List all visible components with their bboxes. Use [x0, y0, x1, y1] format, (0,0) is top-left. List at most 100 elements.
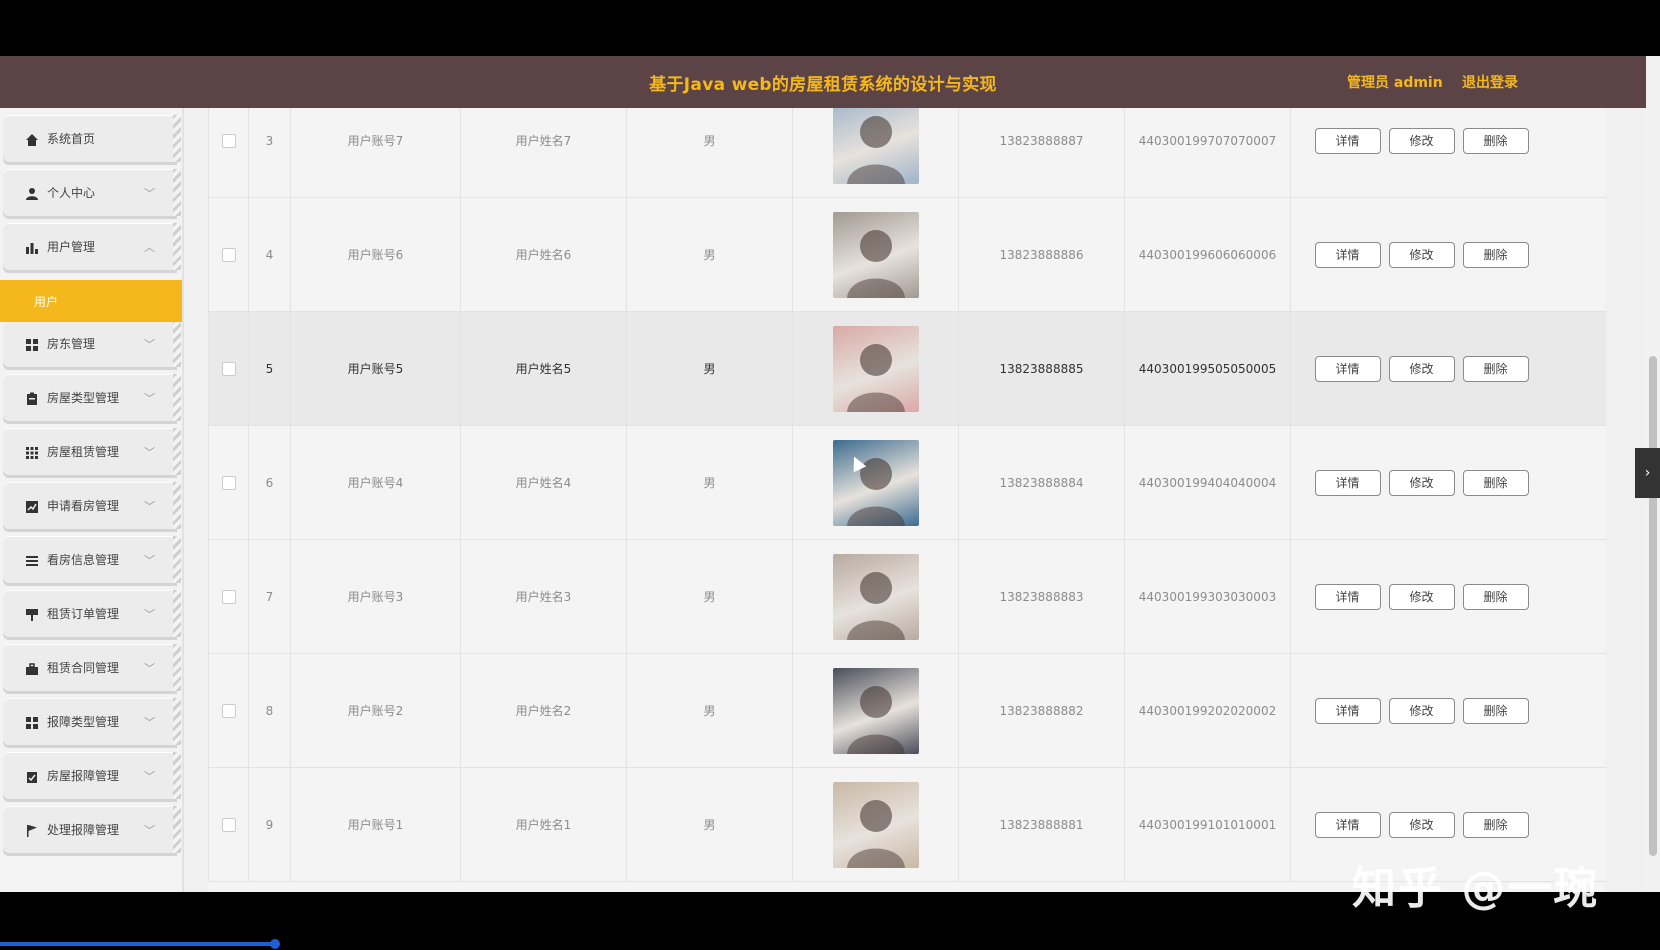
id-card-cell: 440300199202020002: [1124, 654, 1290, 767]
sidebar-item-10[interactable]: 租赁合同管理 ﹀: [3, 644, 181, 691]
edit-button[interactable]: 修改: [1388, 241, 1455, 268]
delete-button[interactable]: 删除: [1462, 355, 1529, 382]
account-cell: 用户账号2: [290, 654, 460, 767]
sidebar-item-9[interactable]: 租赁订单管理 ﹀: [3, 590, 181, 637]
table-row[interactable]: 3 用户账号7 用户姓名7 男 13823888887 44030019970707000…: [208, 108, 1606, 198]
sidebar-subitem-user[interactable]: 用户: [0, 280, 182, 322]
sidebar-item-label: 看房信息管理: [47, 553, 120, 567]
edit-button[interactable]: 修改: [1388, 469, 1455, 496]
id-card-cell: 440300199505050005: [1124, 312, 1290, 425]
chevron-down-icon: ﹀: [144, 824, 155, 837]
avatar-cell: [792, 654, 958, 767]
table-row[interactable]: 5 用户账号5 用户姓名5 男 13823888885 44030019950505000…: [208, 312, 1606, 426]
sidebar-item-label: 报障类型管理: [47, 715, 120, 729]
chevron-right-icon[interactable]: ›: [1635, 448, 1660, 498]
edit-button[interactable]: 修改: [1388, 583, 1455, 610]
avatar: [832, 211, 919, 298]
row-checkbox[interactable]: [221, 817, 236, 832]
delete-button[interactable]: 删除: [1462, 811, 1529, 838]
delete-button[interactable]: 删除: [1462, 469, 1529, 496]
avatar: [832, 108, 919, 184]
edit-button[interactable]: 修改: [1388, 811, 1455, 838]
delete-button[interactable]: 删除: [1462, 697, 1529, 724]
logout-link[interactable]: 退出登录: [1462, 72, 1518, 92]
sidebar-item-11[interactable]: 报障类型管理 ﹀: [3, 698, 181, 745]
video-progress-bar[interactable]: [0, 942, 276, 946]
row-index: 4: [248, 198, 290, 311]
table-row[interactable]: 8 用户账号2 用户姓名2 男 13823888882 44030019920202000…: [208, 654, 1606, 768]
sidebar: 系统首页 个人中心 ﹀ 用户管理 ︿ 房东管理 ﹀ 房屋类型管理 ﹀ 房屋租赁管理 ﹀ 申请看房管理 ﹀…: [0, 108, 184, 892]
delete-button[interactable]: 删除: [1462, 241, 1529, 268]
detail-button[interactable]: 详情: [1314, 583, 1381, 610]
edit-button[interactable]: 修改: [1388, 127, 1455, 154]
sidebar-item-12[interactable]: 房屋报障管理 ﹀: [3, 752, 181, 799]
avatar-cell: [792, 108, 958, 197]
gender-cell: 男: [626, 426, 792, 539]
avatar-cell: [792, 312, 958, 425]
sidebar-item-label: 房屋租赁管理: [47, 445, 120, 459]
sidebar-item-label: 用户管理: [47, 240, 96, 254]
row-checkbox[interactable]: [221, 475, 236, 490]
actions-cell: 详情 修改 删除: [1290, 312, 1552, 425]
detail-button[interactable]: 详情: [1314, 127, 1381, 154]
id-card-cell: 440300199606060006: [1124, 198, 1290, 311]
gender-cell: 男: [626, 768, 792, 881]
delete-button[interactable]: 删除: [1462, 127, 1529, 154]
table-row[interactable]: 6 用户账号4 用户姓名4 男 13823888884 44030019940404000…: [208, 426, 1606, 540]
detail-button[interactable]: 详情: [1314, 697, 1381, 724]
avatar-cell: [792, 426, 958, 539]
sidebar-item-1[interactable]: 系统首页: [3, 115, 181, 162]
row-checkbox[interactable]: [221, 247, 236, 262]
edit-button[interactable]: 修改: [1388, 355, 1455, 382]
chevron-down-icon: ﹀: [144, 500, 155, 513]
chevron-up-icon: ︿: [144, 241, 155, 254]
video-progress-knob[interactable]: [270, 939, 280, 949]
row-checkbox[interactable]: [221, 133, 236, 148]
avatar: [832, 667, 919, 754]
phone-cell: 13823888883: [958, 540, 1124, 653]
sidebar-item-label: 个人中心: [47, 186, 96, 200]
row-index: 3: [248, 108, 290, 197]
detail-button[interactable]: 详情: [1314, 811, 1381, 838]
grid-icon: [25, 715, 39, 729]
sidebar-item-7[interactable]: 申请看房管理 ﹀: [3, 482, 181, 529]
sidebar-item-4[interactable]: 房东管理 ﹀: [3, 320, 181, 367]
checkbox-cell: [208, 312, 248, 425]
detail-button[interactable]: 详情: [1314, 241, 1381, 268]
detail-button[interactable]: 详情: [1314, 355, 1381, 382]
detail-button[interactable]: 详情: [1314, 469, 1381, 496]
sidebar-item-label: 处理报障管理: [47, 823, 120, 837]
sidebar-item-13[interactable]: 处理报障管理 ﹀: [3, 806, 181, 853]
sidebar-item-6[interactable]: 房屋租赁管理 ﹀: [3, 428, 181, 475]
chevron-down-icon: ﹀: [144, 187, 155, 200]
sidebar-item-label: 申请看房管理: [47, 499, 120, 513]
phone-cell: 13823888887: [958, 108, 1124, 197]
briefcase-icon: [25, 661, 39, 675]
id-card-cell: 440300199101010001: [1124, 768, 1290, 881]
table-row[interactable]: 7 用户账号3 用户姓名3 男 13823888883 44030019930303000…: [208, 540, 1606, 654]
sidebar-item-2[interactable]: 个人中心 ﹀: [3, 169, 181, 216]
bar-chart-icon: [25, 240, 39, 254]
account-cell: 用户账号1: [290, 768, 460, 881]
id-card-cell: 440300199404040004: [1124, 426, 1290, 539]
name-cell: 用户姓名3: [460, 540, 626, 653]
sidebar-item-8[interactable]: 看房信息管理 ﹀: [3, 536, 181, 583]
sidebar-item-label: 系统首页: [47, 132, 96, 146]
scrollbar-thumb[interactable]: [1649, 356, 1657, 856]
edit-button[interactable]: 修改: [1388, 697, 1455, 724]
row-checkbox[interactable]: [221, 361, 236, 376]
row-index: 5: [248, 312, 290, 425]
table-row[interactable]: 4 用户账号6 用户姓名6 男 13823888886 44030019960606000…: [208, 198, 1606, 312]
sidebar-item-5[interactable]: 房屋类型管理 ﹀: [3, 374, 181, 421]
account-cell: 用户账号5: [290, 312, 460, 425]
list-icon: [25, 553, 39, 567]
gender-cell: 男: [626, 654, 792, 767]
checkbox-cell: [208, 198, 248, 311]
row-checkbox[interactable]: [221, 703, 236, 718]
main-viewport: 系统首页 个人中心 ﹀ 用户管理 ︿ 房东管理 ﹀ 房屋类型管理 ﹀ 房屋租赁管理 ﹀ 申请看房管理 ﹀…: [0, 108, 1646, 892]
flag-stand-icon: [25, 607, 39, 621]
apps-icon: [25, 445, 39, 459]
row-checkbox[interactable]: [221, 589, 236, 604]
delete-button[interactable]: 删除: [1462, 583, 1529, 610]
sidebar-item-3[interactable]: 用户管理 ︿: [3, 223, 181, 270]
